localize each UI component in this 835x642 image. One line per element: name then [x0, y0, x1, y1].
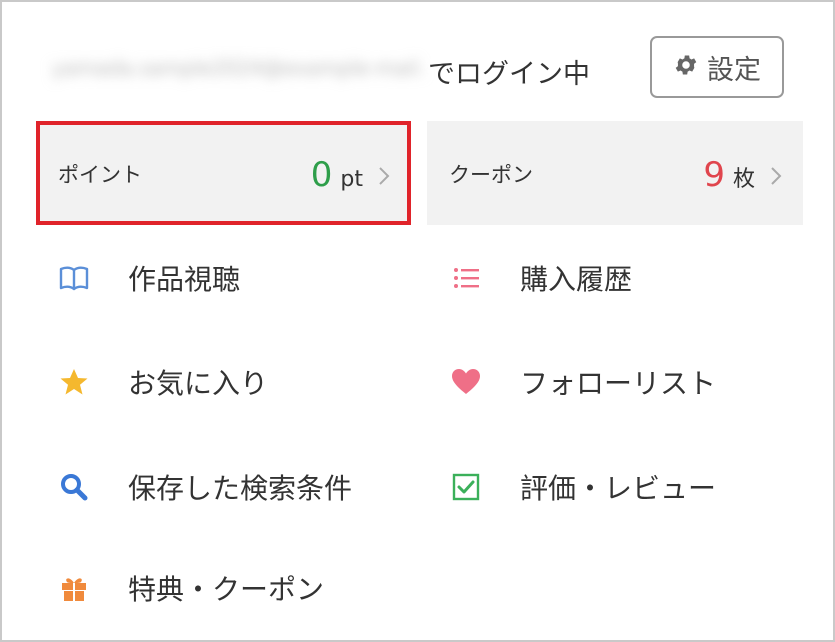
menu-item-follow-list[interactable]: フォローリスト [446, 352, 716, 412]
chevron-right-icon [771, 167, 782, 185]
coupons-unit: 枚 [732, 167, 755, 192]
menu-item-saved-searches[interactable]: 保存した検索条件 [54, 457, 352, 517]
login-status-row: yamada.sample2024@example-mail.com でログイン… [42, 36, 790, 100]
coupons-card[interactable]: クーポン 9枚 [427, 121, 803, 225]
menu-item-watch-works[interactable]: 作品視聴 [54, 248, 240, 308]
menu-item-ratings-reviews[interactable]: 評価・レビュー [446, 457, 716, 517]
points-value-group: 0 pt [311, 155, 363, 195]
settings-button[interactable]: 設定 [650, 36, 784, 98]
menu-item-perks-coupons[interactable]: 特典・クーポン [54, 558, 324, 618]
account-menu-panel: yamada.sample2024@example-mail.com でログイン… [0, 0, 835, 642]
coupons-label: クーポン [449, 163, 533, 187]
menu-label: 評価・レビュー [520, 472, 717, 505]
search-icon [54, 467, 94, 507]
menu-label: フォローリスト [520, 367, 717, 400]
menu-label: 購入履歴 [520, 263, 633, 296]
menu-label: お気に入り [128, 367, 269, 400]
login-status-text: でログイン中 [428, 59, 590, 90]
menu-item-purchase-history[interactable]: 購入履歴 [446, 248, 632, 308]
coupons-value-group: 9枚 [703, 155, 755, 195]
heart-icon [446, 362, 486, 402]
coupons-value: 9 [703, 155, 725, 195]
menu-label: 特典・クーポン [128, 573, 325, 606]
checkbox-icon [446, 467, 486, 507]
gear-icon [673, 52, 699, 82]
list-icon [446, 258, 486, 298]
menu-label: 保存した検索条件 [128, 472, 353, 505]
points-unit: pt [340, 167, 363, 192]
settings-label: 設定 [707, 54, 761, 86]
gift-icon [54, 568, 94, 608]
points-card[interactable]: ポイント 0 pt [36, 121, 411, 225]
menu-item-favorites[interactable]: お気に入り [54, 352, 268, 412]
points-value: 0 [310, 155, 333, 195]
chevron-right-icon [379, 167, 390, 185]
star-icon [54, 362, 94, 402]
open-book-icon [54, 258, 94, 298]
menu-label: 作品視聴 [128, 263, 241, 296]
points-label: ポイント [58, 163, 142, 187]
masked-email: yamada.sample2024@example-mail.com [52, 56, 424, 80]
